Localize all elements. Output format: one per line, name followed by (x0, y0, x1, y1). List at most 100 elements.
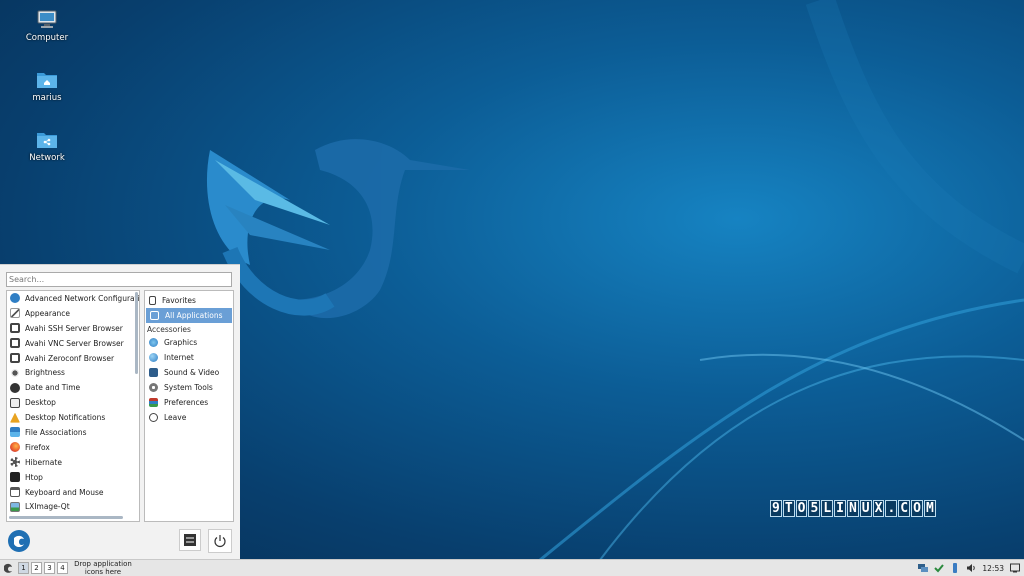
brush-icon (10, 308, 20, 319)
app-item-label: Hibernate (25, 457, 62, 467)
start-menu-button[interactable] (2, 562, 14, 574)
app-item[interactable]: Desktop (7, 395, 139, 410)
firefox-icon (10, 442, 20, 453)
clock[interactable]: 12:53 (982, 564, 1004, 573)
app-item[interactable]: Keyboard and Mouse (7, 485, 139, 500)
category-label: Sound & Video (164, 368, 220, 377)
monitor-icon (10, 323, 20, 334)
hummingbird-logo (206, 139, 470, 319)
network-folder-icon (35, 130, 59, 150)
app-item-label: File Associations (25, 427, 87, 437)
app-item-label: Firefox (25, 442, 50, 452)
multimedia-icon (149, 368, 158, 377)
category-system-tools[interactable]: System Tools (145, 380, 233, 395)
workspace-4-button[interactable]: 4 (57, 562, 68, 574)
app-item[interactable]: Avahi SSH Server Browser (7, 321, 139, 336)
lxqt-logo-button[interactable] (8, 530, 30, 552)
app-item[interactable]: Hibernate (7, 455, 139, 470)
app-item-label: Date and Time (25, 383, 81, 393)
lxqt-start-icon (4, 563, 12, 573)
clock-icon (10, 382, 20, 393)
app-item[interactable]: Firefox (7, 440, 139, 455)
power-icon (149, 413, 158, 422)
lxqt-logo-icon (9, 531, 29, 551)
watermark-char: T (782, 500, 795, 517)
volume-icon[interactable] (966, 563, 976, 573)
app-item[interactable]: Advanced Network Configuration (7, 291, 139, 306)
monitor-icon (10, 353, 20, 363)
category-favorites[interactable]: Favorites (145, 293, 233, 308)
network-tray-icon[interactable] (918, 563, 929, 573)
app-item-label: Appearance (25, 308, 71, 318)
usb-tray-icon[interactable] (950, 563, 960, 573)
watermark-char: 9 (770, 500, 782, 517)
app-item[interactable]: Appearance (7, 306, 139, 321)
app-list-horizontal-scrollbar[interactable] (9, 516, 123, 519)
app-item[interactable]: Desktop Notifications (7, 410, 139, 425)
app-item[interactable]: Avahi Zeroconf Browser (7, 351, 139, 366)
category-leave[interactable]: Leave (145, 410, 233, 425)
app-item[interactable]: Brightness (7, 365, 139, 380)
wallpaper-wave-4 (805, 0, 1024, 274)
show-desktop-icon[interactable] (1010, 563, 1020, 573)
category-internet[interactable]: Internet (145, 350, 233, 365)
app-list[interactable]: Advanced Network Configuration Appearanc… (6, 290, 140, 522)
desktop-icon-network[interactable]: Network (12, 130, 82, 163)
app-item[interactable]: LXImage-Qt (7, 499, 139, 514)
wallpaper-wave-2 (599, 355, 1024, 560)
category-label: Leave (164, 413, 187, 422)
all-apps-icon (150, 311, 159, 320)
gear-icon (149, 383, 158, 392)
watermark-char: U (859, 500, 872, 517)
hibernate-icon (10, 457, 20, 468)
desktop-icon-label: Network (29, 153, 65, 163)
category-preferences[interactable]: Preferences (145, 395, 233, 410)
app-item-label: Desktop Notifications (25, 413, 106, 423)
power-button[interactable] (208, 529, 232, 553)
lock-screen-icon (184, 534, 196, 546)
section-header-accessories[interactable]: Accessories (145, 323, 233, 335)
category-label: Graphics (164, 338, 198, 347)
watermark-char: C (898, 500, 911, 517)
watermark-char: O (795, 500, 808, 517)
desktop-icon-home[interactable]: marius (12, 70, 82, 103)
category-label: Preferences (164, 398, 209, 407)
category-list: Favorites All Applications Accessories G… (144, 290, 234, 522)
preferences-icon (149, 398, 158, 407)
search-input[interactable] (6, 272, 232, 287)
power-icon (214, 535, 226, 548)
watermark-9to5linux: 9 T O 5 L I N U X . C O M (770, 500, 936, 517)
desktop-icon-label: Computer (25, 33, 69, 43)
update-tray-icon[interactable] (934, 563, 945, 573)
desktop-icon-computer[interactable]: Computer (12, 10, 82, 43)
lock-screen-button[interactable] (179, 529, 201, 551)
app-item[interactable]: Date and Time (7, 380, 139, 395)
watermark-char: L (821, 500, 834, 517)
terminal-icon (10, 472, 20, 483)
category-graphics[interactable]: Graphics (145, 335, 233, 350)
desktop-icon (10, 397, 20, 408)
app-list-scrollbar[interactable] (135, 292, 138, 374)
app-item-label: Avahi VNC Server Browser (25, 338, 124, 348)
app-item-label: Advanced Network Configuration (25, 293, 139, 303)
app-item[interactable]: Htop (7, 470, 139, 485)
watermark-char: 5 (808, 500, 821, 517)
watermark-char: I (834, 500, 846, 517)
workspace-1-button[interactable]: 1 (18, 562, 29, 574)
file-associations-icon (10, 427, 20, 438)
image-viewer-icon (10, 501, 20, 512)
app-item[interactable]: Avahi VNC Server Browser (7, 336, 139, 351)
workspace-3-button[interactable]: 3 (44, 562, 55, 574)
internet-globe-icon (149, 353, 158, 362)
workspace-2-button[interactable]: 2 (31, 562, 42, 574)
category-sound-video[interactable]: Sound & Video (145, 365, 233, 380)
watermark-char: . (885, 500, 898, 517)
brightness-icon (10, 367, 20, 378)
app-item-label: Desktop (25, 398, 56, 408)
category-all-applications[interactable]: All Applications (146, 308, 232, 323)
app-item-label: Avahi SSH Server Browser (25, 323, 123, 333)
quicklaunch-drop-area[interactable]: Drop application icons here (72, 560, 134, 576)
taskbar: 1 2 3 4 Drop application icons here 12:5… (0, 559, 1024, 576)
app-item[interactable]: File Associations (7, 425, 139, 440)
notification-bell-icon (10, 412, 20, 423)
